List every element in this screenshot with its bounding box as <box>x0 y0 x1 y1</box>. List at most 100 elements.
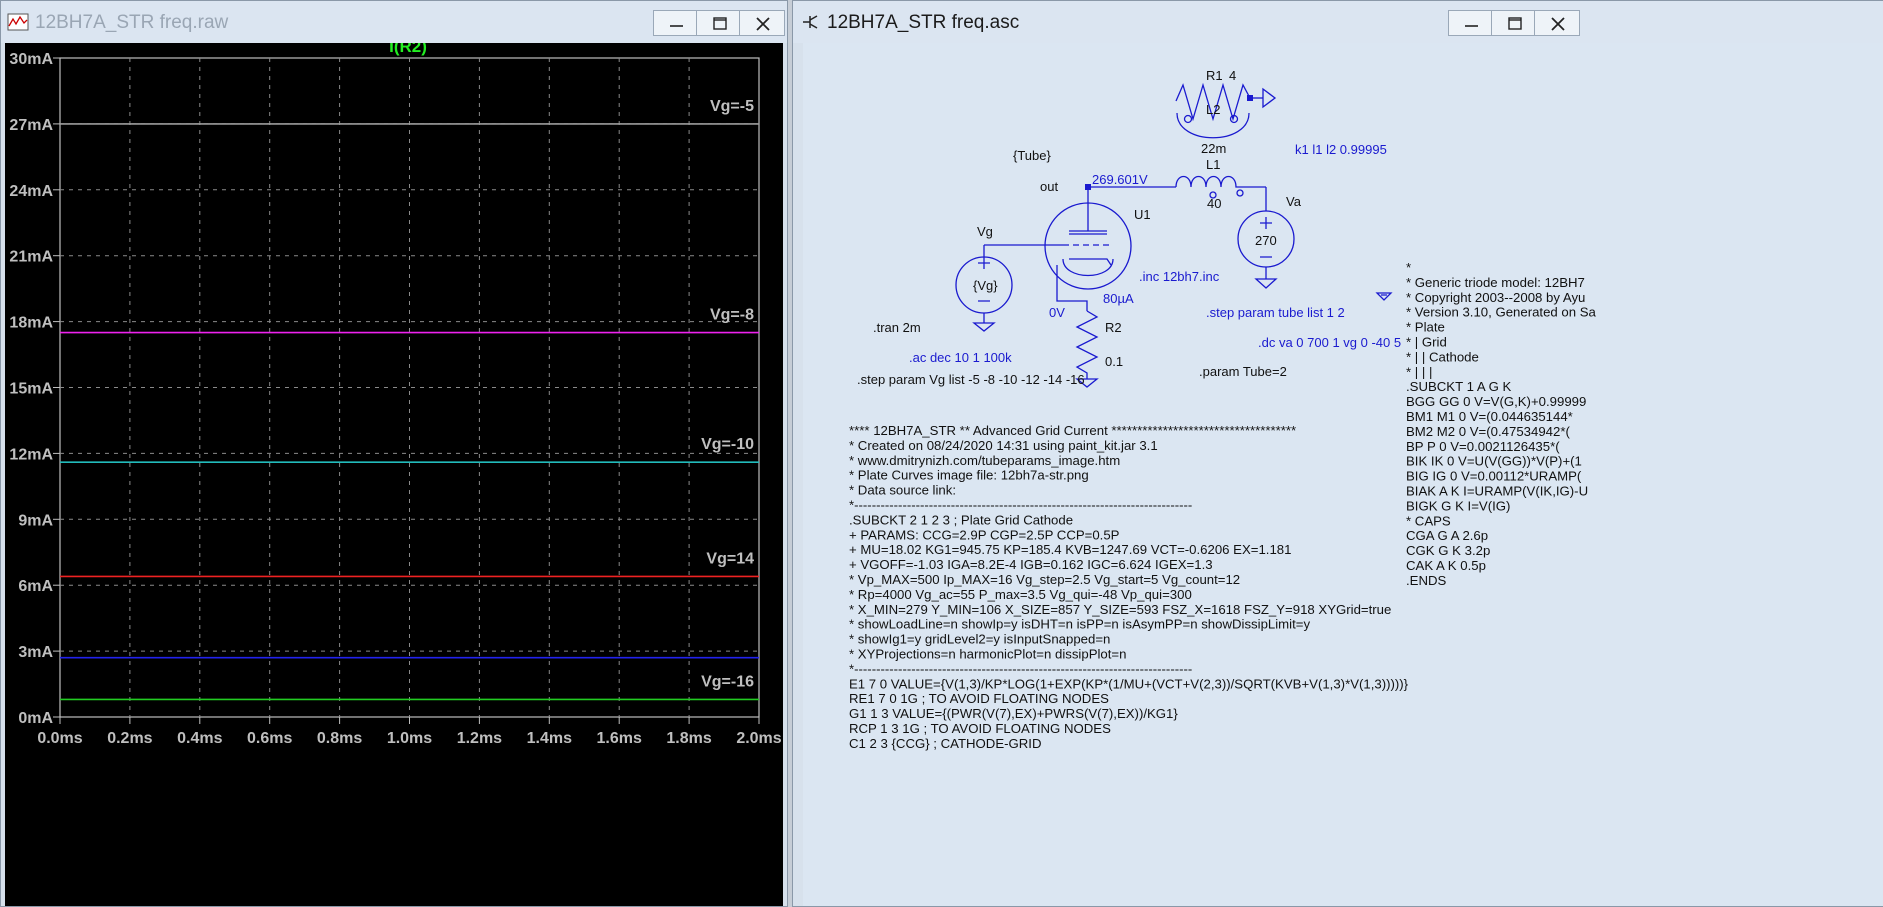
netlist-line: * Rp=4000 Vg_ac=55 P_max=3.5 Vg_qui=-48 … <box>849 587 1192 602</box>
maximize-icon <box>1508 17 1522 30</box>
model-line: * Copyright 2003--2008 by Ayu <box>1406 290 1585 305</box>
minimize-icon <box>1465 25 1478 27</box>
inc-directive[interactable]: .inc 12bh7.inc <box>1139 269 1220 284</box>
netlist-line: G1 1 3 VALUE={(PWR(V(7),EX)+PWRS(V(7),EX… <box>849 706 1178 721</box>
maximize-button[interactable] <box>696 10 742 36</box>
dc-directive[interactable]: .dc va 0 700 1 vg 0 -40 5 <box>1258 335 1401 350</box>
schematic-canvas[interactable]: R1 4 L2 22m {Tube} k1 l1 l2 0.99995 L1 o… <box>803 43 1883 906</box>
model-line: * | | | <box>1406 364 1432 379</box>
minimize-button[interactable] <box>653 10 699 36</box>
close-icon <box>756 17 770 31</box>
netlist-comment-block[interactable]: **** 12BH7A_STR ** Advanced Grid Current… <box>849 423 1409 751</box>
r1-value: 4 <box>1229 68 1236 83</box>
step-tube-directive[interactable]: .step param tube list 1 2 <box>1206 305 1345 320</box>
netlist-line: * X_MIN=279 Y_MIN=106 X_SIZE=857 Y_SIZE=… <box>849 602 1391 617</box>
y-tick-label: 12mA <box>9 446 53 463</box>
u1-label: U1 <box>1134 207 1151 222</box>
netlist-line: * showIg1=y gridLevel2=y isInputSnapped=… <box>849 632 1110 647</box>
out-net-label: out <box>1040 179 1058 194</box>
close-icon <box>1551 17 1565 31</box>
model-line: BIG IG 0 V=0.00112*URAMP( <box>1406 469 1582 484</box>
close-button[interactable] <box>739 10 785 36</box>
current-readout: 80µA <box>1103 291 1134 306</box>
plot-pane[interactable]: I(R2) 0.0ms 0.2ms 0.4ms 0.6ms 0.8ms 1.0ms 1.2ms… <box>5 37 783 907</box>
x-tick-label: 1.6ms <box>597 730 642 747</box>
x-tick-label: 0.0ms <box>37 730 82 747</box>
series-label: Vg=-8 <box>710 307 754 324</box>
k1-coupling-directive[interactable]: k1 l1 l2 0.99995 <box>1295 142 1387 157</box>
schematic-window[interactable]: 12BH7A_STR freq.asc R1 4 L2 22m {Tube} k… <box>792 0 1883 907</box>
y-tick-label: 15mA <box>9 381 53 398</box>
schematic-titlebar[interactable]: 12BH7A_STR freq.asc <box>793 1 1883 43</box>
series-label: Vg=14 <box>706 550 754 567</box>
x-tick-label: 1.8ms <box>666 730 711 747</box>
model-line: .SUBCKT 1 A G K <box>1406 379 1512 394</box>
maximize-icon <box>713 17 727 30</box>
x-tick-label: 0.2ms <box>107 730 152 747</box>
r1-label: R1 <box>1206 68 1223 83</box>
minimize-icon <box>670 25 683 27</box>
maximize-button[interactable] <box>1491 10 1537 36</box>
tube-param-label: {Tube} <box>1013 148 1051 163</box>
schematic-drawing[interactable]: R1 4 L2 22m {Tube} k1 l1 l2 0.99995 L1 o… <box>803 43 1883 907</box>
r2-value: 0.1 <box>1105 354 1123 369</box>
model-line: .ENDS <box>1406 573 1447 588</box>
trace-name-label[interactable]: I(R2) <box>389 37 427 56</box>
x-tick-label: 0.4ms <box>177 730 222 747</box>
r2-resistor[interactable] <box>1075 310 1099 379</box>
model-line: * | | Cathode <box>1406 349 1479 364</box>
waveform-window-title: 12BH7A_STR freq.raw <box>35 12 229 33</box>
output-flag-icon[interactable] <box>1262 87 1277 109</box>
model-line: CGK G K 3.2p <box>1406 543 1490 558</box>
netlist-line: + VGOFF=-1.03 IGA=8.2E-4 IGB=0.162 IGC=6… <box>849 557 1213 572</box>
close-button[interactable] <box>1534 10 1580 36</box>
schematic-window-title: 12BH7A_STR freq.asc <box>827 12 1020 33</box>
ground-icon <box>1254 278 1278 289</box>
ac-directive[interactable]: .ac dec 10 1 100k <box>909 350 1012 365</box>
waveform-titlebar[interactable]: 12BH7A_STR freq.raw <box>1 1 787 43</box>
va-label: Va <box>1286 194 1302 209</box>
model-line: BGG GG 0 V=V(G,K)+0.99999 <box>1406 394 1586 409</box>
vg-value: {Vg} <box>973 278 998 293</box>
l1-inductor[interactable] <box>1175 175 1266 188</box>
l1-label: L1 <box>1206 157 1220 172</box>
l2-value: 22m <box>1201 141 1226 156</box>
model-line: BM1 M1 0 V=(0.044635144* <box>1406 409 1573 424</box>
r2-label: R2 <box>1105 320 1122 335</box>
step-vg-directive[interactable]: .step param Vg list -5 -8 -10 -12 -14 -1… <box>857 372 1085 387</box>
netlist-line: * XYProjections=n harmonicPlot=n dissipP… <box>849 647 1126 662</box>
y-tick-label: 21mA <box>9 249 53 266</box>
param-tube-directive[interactable]: .param Tube=2 <box>1199 364 1287 379</box>
netlist-line: + MU=18.02 KG1=945.75 KP=185.4 KVB=1247.… <box>849 542 1291 557</box>
waveform-app-icon <box>7 13 29 31</box>
va-value: 270 <box>1255 233 1277 248</box>
l2-label: L2 <box>1206 102 1220 117</box>
tran-directive[interactable]: .tran 2m <box>873 320 921 335</box>
waveform-plot[interactable]: I(R2) 0.0ms 0.2ms 0.4ms 0.6ms 0.8ms 1.0ms 1.2ms… <box>5 37 783 907</box>
netlist-line: * Vp_MAX=500 Ip_MAX=16 Vg_step=2.5 Vg_st… <box>849 572 1240 587</box>
model-line: BIK IK 0 V=U(V(GG))*V(P)+(1 <box>1406 454 1582 469</box>
model-line: * <box>1406 260 1411 275</box>
netlist-line: * www.dmitrynizh.com/tubeparams_image.ht… <box>849 453 1120 468</box>
x-tick-label: 1.4ms <box>527 730 572 747</box>
netlist-line: + PARAMS: CCG=2.9P CGP=2.5P CCP=0.5P <box>849 527 1120 542</box>
y-tick-label: 3mA <box>18 644 53 661</box>
netlist-line: *---------------------------------------… <box>849 498 1192 513</box>
netlist-line: **** 12BH7A_STR ** Advanced Grid Current… <box>849 423 1296 438</box>
netlist-line: * showLoadLine=n showIp=y isDHT=n isPP=n… <box>849 617 1310 632</box>
netlist-line: C1 2 3 {CCG} ; CATHODE-GRID <box>849 736 1041 751</box>
y-tick-label: 27mA <box>9 117 53 134</box>
netlist-line: RE1 7 0 1G ; TO AVOID FLOATING NODES <box>849 691 1109 706</box>
waveform-window[interactable]: 12BH7A_STR freq.raw I(R2) 0.0ms 0.2ms 0.4ms… <box>0 0 788 907</box>
minimize-button[interactable] <box>1448 10 1494 36</box>
triode-model-block[interactable]: ** Generic triode model: 12BH7* Copyrigh… <box>1406 260 1597 588</box>
y-tick-label: 6mA <box>18 578 53 595</box>
y-tick-label: 9mA <box>18 512 53 529</box>
x-tick-label: 0.6ms <box>247 730 292 747</box>
ground-icon <box>972 322 996 332</box>
model-line: * | Grid <box>1406 335 1447 350</box>
model-line: * Generic triode model: 12BH7 <box>1406 275 1585 290</box>
netlist-line: *---------------------------------------… <box>849 661 1192 676</box>
series-label: Vg=-16 <box>701 673 754 690</box>
model-line: CAK A K 0.5p <box>1406 558 1486 573</box>
